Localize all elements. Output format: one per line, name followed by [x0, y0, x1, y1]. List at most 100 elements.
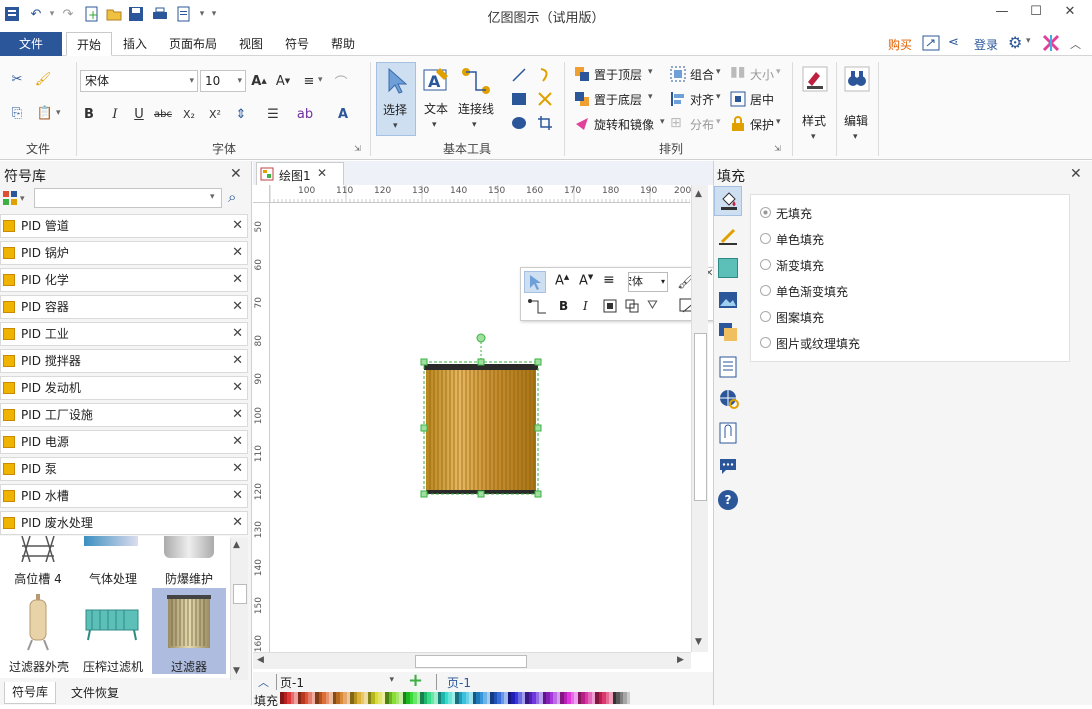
line-spacing-icon[interactable]: ⌒: [332, 72, 350, 91]
font-size-select[interactable]: 10 ▾: [200, 70, 246, 92]
tab-view[interactable]: 视图: [232, 32, 270, 56]
close-library-icon[interactable]: ✕: [232, 458, 243, 480]
high-tank-shape-icon[interactable]: [20, 536, 56, 563]
mini-front-icon[interactable]: [603, 299, 617, 316]
minimize-button[interactable]: —: [992, 4, 1012, 22]
scrollbar-thumb[interactable]: [694, 333, 707, 501]
gallery-scrollbar[interactable]: ▲ ▼: [230, 538, 248, 680]
close-library-icon[interactable]: ✕: [232, 512, 243, 534]
filter-press-shape-icon[interactable]: [82, 602, 142, 642]
page-properties-icon[interactable]: [718, 356, 738, 381]
color-palette[interactable]: [280, 692, 636, 704]
close-tab-icon[interactable]: ✕: [317, 166, 327, 180]
close-library-icon[interactable]: ✕: [232, 296, 243, 318]
close-library-icon[interactable]: ✕: [232, 485, 243, 507]
layers-tab-icon[interactable]: [718, 322, 738, 345]
library-item[interactable]: PID 水槽 ✕: [0, 484, 248, 508]
close-library-icon[interactable]: ✕: [232, 269, 243, 291]
add-page-icon[interactable]: +: [408, 670, 423, 691]
close-library-icon[interactable]: ✕: [232, 242, 243, 264]
edit-button[interactable]: 编辑 ▾: [840, 64, 874, 148]
mini-connector-icon[interactable]: [527, 298, 549, 319]
library-item[interactable]: PID 泵 ✕: [0, 457, 248, 481]
mini-italic-icon[interactable]: I: [583, 299, 588, 313]
format-painter-icon[interactable]: 🖌: [34, 70, 52, 88]
arc-tool-icon[interactable]: [536, 66, 554, 84]
close-panel-icon[interactable]: ✕: [1070, 166, 1082, 182]
line-tool-icon[interactable]: [510, 66, 528, 84]
subscript-icon[interactable]: X₂: [180, 105, 198, 123]
library-item[interactable]: PID 工业 ✕: [0, 322, 248, 346]
canvas-horizontal-scrollbar[interactable]: ◀ ▶: [253, 652, 691, 669]
library-item[interactable]: PID 工厂设施 ✕: [0, 403, 248, 427]
library-item[interactable]: PID 化学 ✕: [0, 268, 248, 292]
close-library-icon[interactable]: ✕: [232, 350, 243, 372]
filter-housing-shape-icon[interactable]: [26, 594, 50, 652]
library-grid-icon[interactable]: [2, 190, 18, 206]
close-window-button[interactable]: ✕: [1060, 4, 1080, 22]
tab-insert[interactable]: 插入: [116, 32, 154, 56]
gas-treatment-shape-icon[interactable]: [84, 536, 138, 546]
line-tab-icon[interactable]: [718, 226, 738, 249]
scroll-up-icon[interactable]: ▲: [695, 189, 702, 199]
close-library-icon[interactable]: ✕: [232, 215, 243, 237]
align-text-icon[interactable]: ≡: [300, 72, 318, 90]
mini-fill-icon[interactable]: ⛛: [647, 298, 658, 313]
tab-file-recovery[interactable]: 文件恢复: [62, 684, 128, 704]
library-item[interactable]: PID 锅炉 ✕: [0, 241, 248, 265]
palette-swatch[interactable]: [626, 692, 630, 704]
paragraph-spacing-icon[interactable]: ⇕: [232, 105, 250, 123]
paste-dropdown-icon[interactable]: ▾: [56, 108, 61, 118]
mini-align-icon[interactable]: ≡: [603, 272, 615, 288]
collapse-ribbon-icon[interactable]: ︿: [1070, 36, 1081, 52]
style-button[interactable]: 样式 ▾: [798, 64, 832, 148]
select-tool-button[interactable]: 选择 ▾: [376, 62, 416, 136]
font-color-icon[interactable]: A: [334, 105, 352, 123]
tab-home[interactable]: 开始: [66, 32, 112, 56]
copy-icon[interactable]: ⎘: [8, 104, 26, 122]
tab-symbol-library[interactable]: 符号库: [4, 682, 56, 704]
scroll-left-icon[interactable]: ◀: [257, 655, 264, 665]
tab-page-layout[interactable]: 页面布局: [162, 32, 224, 56]
buy-link[interactable]: 购买: [888, 36, 912, 53]
align-dropdown-icon[interactable]: ▾: [318, 75, 323, 85]
library-item[interactable]: PID 发动机 ✕: [0, 376, 248, 400]
library-item[interactable]: PID 电源 ✕: [0, 430, 248, 454]
bold-icon[interactable]: B: [80, 105, 98, 123]
mini-grow-font-icon[interactable]: A▲: [555, 273, 569, 288]
filter-shape-selected[interactable]: [418, 328, 544, 500]
rectangle-tool-icon[interactable]: [510, 90, 528, 108]
mini-pointer-button[interactable]: [524, 271, 546, 293]
scroll-down-icon[interactable]: ▼: [695, 637, 702, 647]
ellipse-tool-icon[interactable]: [510, 114, 528, 132]
share-box-icon[interactable]: [922, 35, 940, 51]
cut-icon[interactable]: ✂: [8, 70, 26, 88]
bullets-icon[interactable]: ☰: [264, 105, 282, 123]
settings-dropdown-icon[interactable]: ▾: [1026, 36, 1031, 46]
close-library-icon[interactable]: ✕: [232, 404, 243, 426]
login-link[interactable]: 登录: [974, 36, 998, 53]
scroll-up-icon[interactable]: ▲: [233, 540, 240, 550]
close-library-icon[interactable]: ✕: [232, 323, 243, 345]
point-tool-icon[interactable]: [536, 90, 554, 108]
library-item[interactable]: PID 废水处理 ✕: [0, 511, 248, 535]
library-dropdown-icon[interactable]: ▾: [20, 194, 25, 204]
mini-shrink-font-icon[interactable]: A▼: [579, 273, 593, 288]
page-tab-current[interactable]: 页-1: [436, 674, 484, 690]
file-menu-tab[interactable]: 文件: [0, 32, 62, 56]
grow-font-icon[interactable]: A ▲: [250, 72, 268, 90]
help-icon[interactable]: ?: [718, 490, 738, 510]
canvas-vertical-scrollbar[interactable]: ▲ ▼: [691, 185, 708, 652]
search-dropdown-icon[interactable]: ▾: [210, 192, 215, 202]
fill-tab-button[interactable]: [714, 186, 742, 216]
superscript-icon[interactable]: X²: [206, 105, 224, 123]
tab-symbols[interactable]: 符号: [278, 32, 316, 56]
scrollbar-thumb[interactable]: [233, 584, 247, 604]
text-tool-button[interactable]: A 文本 ▾: [420, 62, 452, 136]
font-family-select[interactable]: 宋体 ▾: [80, 70, 198, 92]
comment-icon[interactable]: [718, 456, 738, 479]
close-library-icon[interactable]: ✕: [232, 431, 243, 453]
font-dialog-launcher-icon[interactable]: ⇲: [354, 144, 361, 153]
settings-gear-icon[interactable]: ⚙: [1008, 33, 1022, 52]
theme-icon[interactable]: [1042, 34, 1060, 52]
